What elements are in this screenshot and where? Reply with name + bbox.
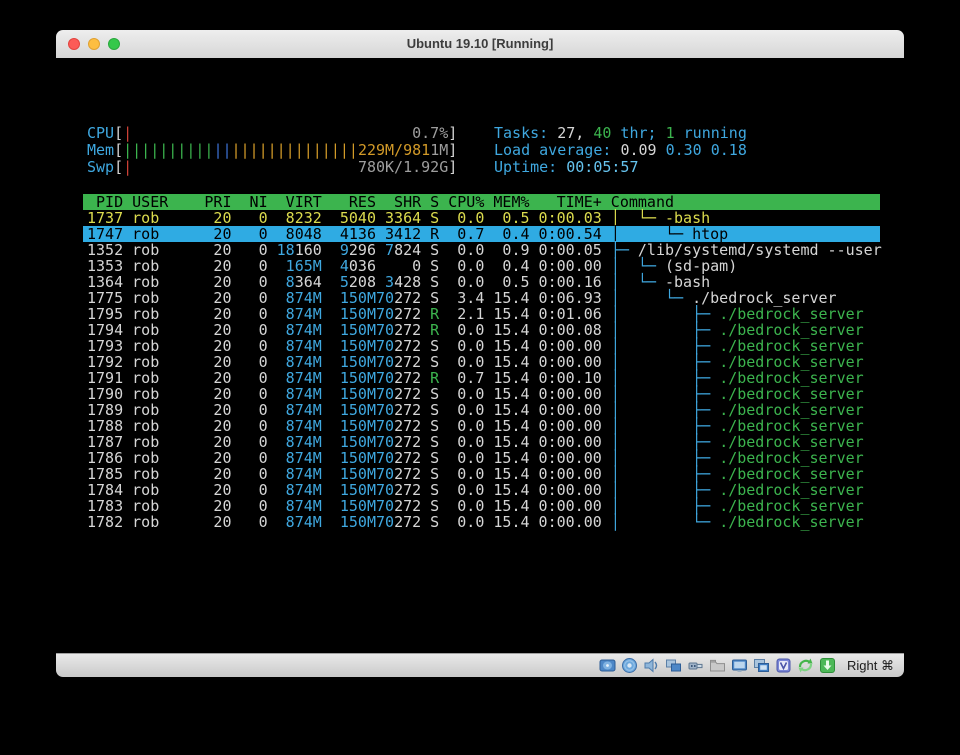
uptime: Uptime: 00:05:57 (490, 159, 880, 176)
process-fields: 1782 rob 20 0 (87, 513, 277, 531)
window-title: Ubuntu 19.10 [Running] (56, 36, 904, 51)
process-row[interactable]: 1795 rob 20 0 874M 150M70272 R 2.1 15.4 … (83, 306, 880, 322)
meter-label: CPU (87, 124, 114, 142)
process-row[interactable]: 1792 rob 20 0 874M 150M70272 S 0.0 15.4 … (83, 354, 880, 370)
process-row[interactable]: 1793 rob 20 0 874M 150M70272 S 0.0 15.4 … (83, 338, 880, 354)
mem-bar-cache: |||||||||||||| (232, 141, 358, 159)
meter-bracket: [ (114, 158, 123, 176)
htop-terminal[interactable]: CPU[| 0.7%]Mem[|||||||||||||||||||||||||… (83, 58, 880, 653)
process-command: ./bedrock_server (719, 513, 864, 531)
meter-bracket: ] (448, 141, 457, 159)
meter-bracket: ] (448, 158, 457, 176)
optical-disc-icon[interactable] (621, 657, 638, 674)
meter-bracket: ] (448, 124, 457, 142)
process-row[interactable]: 1785 rob 20 0 874M 150M70272 S 0.0 15.4 … (83, 466, 880, 482)
swp-bar-used: | (123, 158, 132, 176)
shared-folders-icon[interactable] (709, 657, 726, 674)
recording-icon[interactable] (753, 657, 770, 674)
tasks-summary: Tasks: 27, 40 thr; 1 running (490, 125, 880, 142)
meter-bracket: [ (114, 124, 123, 142)
mem-meter-value: 229M/981 (358, 141, 430, 159)
network-icon[interactable] (665, 657, 682, 674)
mem-bar-used: |||||||||| (123, 141, 213, 159)
mem-bar-buffers: || (213, 141, 231, 159)
tree-branch: │ └─ (611, 513, 719, 531)
process-row[interactable]: 1353 rob 20 0 165M 4036 0 S 0.0 0.4 0:00… (83, 258, 880, 274)
cpu-meter-value: 0.7% (412, 124, 448, 142)
load-average: Load average: 0.09 0.30 0.18 (490, 142, 880, 159)
process-row[interactable]: 1788 rob 20 0 874M 150M70272 S 0.0 15.4 … (83, 418, 880, 434)
meter-bracket: [ (114, 141, 123, 159)
process-row[interactable]: 1747 rob 20 0 8048 4136 3412 R 0.7 0.4 0… (83, 226, 880, 242)
keyboard-capture-icon[interactable] (819, 657, 836, 674)
process-row[interactable]: 1790 rob 20 0 874M 150M70272 S 0.0 15.4 … (83, 386, 880, 402)
display-icon[interactable] (731, 657, 748, 674)
mem-meter-total: 1M (430, 141, 448, 159)
process-row[interactable]: 1794 rob 20 0 874M 150M70272 R 0.0 15.4 … (83, 322, 880, 338)
virtualbox-window: Ubuntu 19.10 [Running] CPU[| 0.7%]Mem[||… (56, 30, 904, 677)
meter-label: Swp (87, 158, 114, 176)
vbox-status-bar: Right ⌘ (56, 653, 904, 677)
cpu-bar-used: | (123, 124, 132, 142)
features-icon[interactable] (775, 657, 792, 674)
process-row[interactable]: 1775 rob 20 0 874M 150M70272 S 3.4 15.4 … (83, 290, 880, 306)
process-row[interactable]: 1784 rob 20 0 874M 150M70272 S 0.0 15.4 … (83, 482, 880, 498)
process-row[interactable]: 1791 rob 20 0 874M 150M70272 R 0.7 15.4 … (83, 370, 880, 386)
window-titlebar[interactable]: Ubuntu 19.10 [Running] (56, 30, 904, 59)
vm-screen: CPU[| 0.7%]Mem[|||||||||||||||||||||||||… (56, 58, 904, 653)
hard-disk-icon[interactable] (599, 657, 616, 674)
process-row[interactable]: 1787 rob 20 0 874M 150M70272 S 0.0 15.4 … (83, 434, 880, 450)
process-row[interactable]: 1737 rob 20 0 8232 5040 3364 S 0.0 0.5 0… (83, 210, 880, 226)
swp-meter-value: 780K/1.92G (358, 158, 448, 176)
process-row[interactable]: 1364 rob 20 0 8364 5208 3428 S 0.0 0.5 0… (83, 274, 880, 290)
meter-label: Mem (87, 141, 114, 159)
usb-icon[interactable] (687, 657, 704, 674)
mouse-integration-icon[interactable] (797, 657, 814, 674)
process-row[interactable]: 1786 rob 20 0 874M 150M70272 S 0.0 15.4 … (83, 450, 880, 466)
host-key-indicator: Right ⌘ (847, 658, 894, 674)
process-row[interactable]: 1789 rob 20 0 874M 150M70272 S 0.0 15.4 … (83, 402, 880, 418)
process-row[interactable]: 1783 rob 20 0 874M 150M70272 S 0.0 15.4 … (83, 498, 880, 514)
table-header-row[interactable]: PID USER PRI NI VIRT RES SHR S CPU% MEM%… (83, 194, 880, 210)
process-row[interactable]: 1782 rob 20 0 874M 150M70272 S 0.0 15.4 … (83, 514, 880, 530)
process-state: S (421, 513, 439, 531)
process-row[interactable]: 1352 rob 20 0 18160 9296 7824 S 0.0 0.9 … (83, 242, 880, 258)
audio-icon[interactable] (643, 657, 660, 674)
